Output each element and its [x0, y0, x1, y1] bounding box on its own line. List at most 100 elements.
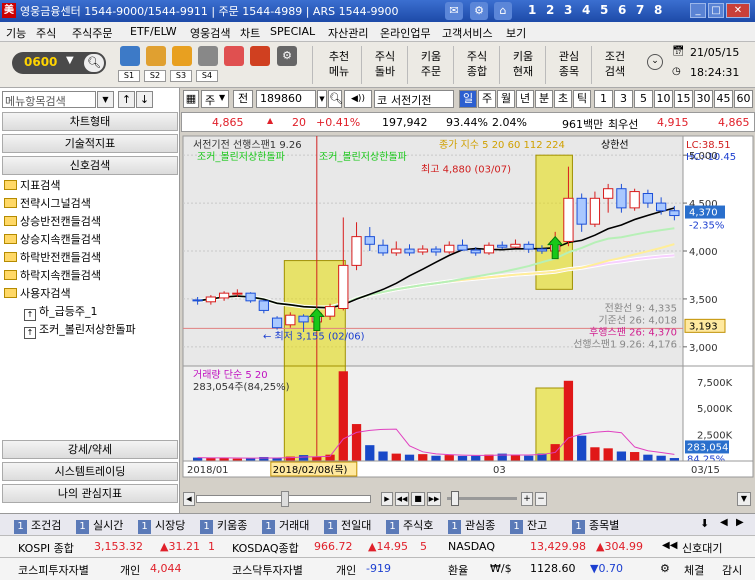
- left-header-0[interactable]: 차트형태: [2, 112, 178, 131]
- tree-item-4[interactable]: 하락반전캔들검색: [4, 249, 101, 265]
- period-button-1[interactable]: 주: [478, 90, 496, 108]
- bottom-tab-9[interactable]: 1 종목별: [572, 517, 619, 534]
- toolbar-button-5[interactable]: 관심 종목: [548, 45, 590, 85]
- bottom-tab-3[interactable]: 1 키움종: [200, 517, 247, 534]
- bottom-tab-5[interactable]: 1 전일대: [324, 517, 371, 534]
- screen-number-4[interactable]: 4: [582, 3, 590, 17]
- toolbar-button-3[interactable]: 주식 종합: [456, 45, 498, 85]
- chart-settings-button[interactable]: ▼: [737, 492, 751, 506]
- scroll-right-button[interactable]: ▶: [381, 492, 393, 506]
- zoom-slider-thumb[interactable]: [451, 491, 459, 506]
- kospi-investor-label[interactable]: 코스피투자자별: [18, 562, 89, 578]
- forward-button[interactable]: ▶▶: [427, 492, 441, 506]
- download-icon[interactable]: ⬇: [700, 517, 709, 530]
- screen-number-5[interactable]: 5: [600, 3, 608, 17]
- period-button-0[interactable]: 일: [459, 90, 477, 108]
- tree-item-2[interactable]: 상승반전캔들검색: [4, 213, 101, 229]
- close-button[interactable]: ✕: [726, 3, 750, 18]
- minute-button-6[interactable]: 45: [714, 90, 733, 108]
- nasdaq-label[interactable]: NASDAQ: [448, 540, 495, 553]
- bottom-tab-8[interactable]: 1 잔고: [510, 517, 547, 534]
- maximize-button[interactable]: □: [708, 3, 724, 18]
- minute-button-4[interactable]: 15: [674, 90, 693, 108]
- left-bottom-header-0[interactable]: 강세/약세: [2, 440, 178, 459]
- settings-icon[interactable]: ⚙: [470, 2, 488, 20]
- tree-item-8[interactable]: ↑ 조커_볼린저상한돌파: [24, 321, 136, 339]
- toolbar-button-0[interactable]: 추천 메뉴: [318, 45, 360, 85]
- kosdaq-label[interactable]: KOSDAQ종합: [232, 540, 299, 556]
- menu-item-2[interactable]: 주식주문: [72, 25, 112, 41]
- scroll-left-button[interactable]: ◀: [183, 492, 195, 506]
- move-down-icon[interactable]: ↓: [136, 91, 153, 108]
- minute-button-0[interactable]: 1: [594, 90, 613, 108]
- minute-button-5[interactable]: 30: [694, 90, 713, 108]
- screen-number-8[interactable]: 8: [654, 3, 662, 17]
- minute-button-1[interactable]: 3: [614, 90, 633, 108]
- menu-item-8[interactable]: 온라인업무: [380, 25, 431, 41]
- chevron-left-icon[interactable]: ◀: [720, 517, 728, 528]
- move-up-icon[interactable]: ↑: [118, 91, 135, 108]
- bottom-tab-0[interactable]: 1 조건검: [14, 517, 61, 534]
- menu-item-6[interactable]: SPECIAL: [270, 25, 315, 38]
- market2-button[interactable]: 전: [233, 90, 253, 108]
- menu-item-3[interactable]: ETF/ELW: [130, 25, 177, 38]
- toolbar-button-2[interactable]: 키움 주문: [410, 45, 452, 85]
- left-header-2[interactable]: 신호검색: [2, 156, 178, 175]
- tree-item-1[interactable]: 전략시그널검색: [4, 195, 91, 211]
- menu-item-10[interactable]: 보기: [506, 25, 526, 41]
- period-button-6[interactable]: 틱: [573, 90, 591, 108]
- tree-item-3[interactable]: 상승지속캔들검색: [4, 231, 101, 247]
- signal-status[interactable]: 신호대기: [682, 540, 722, 556]
- stock-code-input[interactable]: 189860: [256, 90, 316, 108]
- bottom-tab-1[interactable]: 1 실시간: [76, 517, 123, 534]
- left-bottom-header-2[interactable]: 나의 관심지표: [2, 484, 178, 503]
- fx-label[interactable]: 환율: [448, 562, 468, 578]
- toolbar-button-6[interactable]: 조건 검색: [594, 45, 636, 85]
- tree-item-0[interactable]: 지표검색: [4, 177, 60, 193]
- minute-button-2[interactable]: 5: [634, 90, 653, 108]
- kospi-label[interactable]: KOSPI 종합: [18, 540, 74, 556]
- rewind-button[interactable]: ◀◀: [395, 492, 409, 506]
- screen-number-3[interactable]: 3: [564, 3, 572, 17]
- tree-item-6[interactable]: 사용자검색: [4, 285, 71, 301]
- period-button-5[interactable]: 초: [554, 90, 572, 108]
- chevron-right-icon[interactable]: ▶: [736, 517, 744, 528]
- period-button-4[interactable]: 분: [535, 90, 553, 108]
- period-button-2[interactable]: 월: [497, 90, 515, 108]
- left-bottom-header-1[interactable]: 시스템트레이딩: [2, 462, 178, 481]
- bottom-tab-7[interactable]: 1 관심종: [448, 517, 495, 534]
- code-dropdown[interactable]: ▼: [317, 90, 327, 108]
- menu-search-input[interactable]: 메뉴항목검색: [2, 91, 96, 108]
- toolbar-button-1[interactable]: 주식 돌바: [364, 45, 406, 85]
- menu-search-dropdown[interactable]: ▼: [97, 91, 114, 108]
- minute-button-3[interactable]: 10: [654, 90, 673, 108]
- menu-item-9[interactable]: 고객서비스: [442, 25, 493, 41]
- screen-number-1[interactable]: 1: [528, 3, 536, 17]
- period-button-3[interactable]: 년: [516, 90, 534, 108]
- tree-item-7[interactable]: ↑ 하_급등주_1: [24, 303, 97, 321]
- screen-number-7[interactable]: 7: [636, 3, 644, 17]
- menu-item-1[interactable]: 주식: [36, 25, 56, 41]
- zoom-in-button[interactable]: +: [521, 492, 533, 506]
- bottom-tab-4[interactable]: 1 거래대: [262, 517, 309, 534]
- price-chart[interactable]: 서전기전 선행스팬1 9.26조커_볼린저상한돌파 조커_볼린저상한돌파종가 지수…: [181, 134, 755, 489]
- home-icon[interactable]: ⌂: [494, 2, 512, 20]
- execution-button[interactable]: 체결: [684, 562, 704, 578]
- minimize-button[interactable]: _: [690, 3, 706, 18]
- menu-item-4[interactable]: 영웅검색: [190, 25, 230, 41]
- screen-number-6[interactable]: 6: [618, 3, 626, 17]
- chart-grid-icon[interactable]: ▦: [183, 90, 199, 108]
- gear-icon[interactable]: ⚙: [660, 562, 670, 575]
- screen-number-2[interactable]: 2: [546, 3, 554, 17]
- stop-button[interactable]: ■: [411, 492, 425, 506]
- menu-item-5[interactable]: 차트: [240, 25, 260, 41]
- toolbar-button-4[interactable]: 키움 현재: [502, 45, 544, 85]
- chevron-down-icon[interactable]: ⌄: [647, 54, 663, 70]
- chat-icon[interactable]: ✉: [445, 2, 463, 20]
- stock-search-icon[interactable]: 🔍︎: [328, 90, 343, 108]
- bottom-tab-2[interactable]: 1 시장당: [138, 517, 185, 534]
- market-select[interactable]: 주 ▼: [201, 90, 229, 108]
- menu-item-0[interactable]: 기능: [6, 25, 26, 41]
- speaker-icon[interactable]: ◀)): [344, 90, 372, 108]
- kosdaq-investor-label[interactable]: 코스닥투자자별: [232, 562, 303, 578]
